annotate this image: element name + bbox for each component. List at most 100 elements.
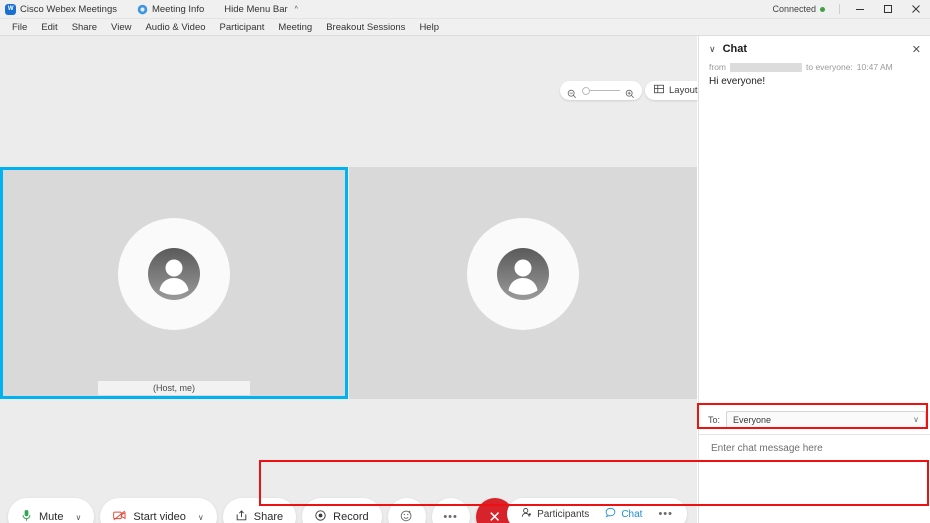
webex-logo-icon: W: [5, 3, 16, 15]
close-window-button[interactable]: [902, 0, 930, 19]
title-bar-right: Connected: [772, 0, 930, 19]
chat-message-list: from to everyone: 10:47 AM Hi everyone!: [699, 62, 930, 402]
app-title: Cisco Webex Meetings: [20, 3, 117, 15]
record-button-label: Record: [333, 511, 369, 523]
zoom-in-icon[interactable]: [625, 86, 635, 98]
chat-message-time: 10:47 AM: [856, 62, 893, 72]
chat-to-label: to everyone:: [806, 62, 853, 72]
chat-from-label: from: [709, 62, 726, 72]
chat-panel-header: ∨ Chat ✕: [699, 36, 930, 62]
webex-meeting-window: W Cisco Webex Meetings Meeting Info Hide…: [0, 0, 930, 523]
zoom-slider-knob[interactable]: [582, 86, 590, 95]
primary-controls-group: Mute ∨ Start video ∨ Share Record ••• ✕: [8, 498, 514, 523]
video-camera-off-icon: [113, 510, 126, 523]
app-title-item: W Cisco Webex Meetings: [5, 0, 125, 19]
video-stage: Layout (Host, me) Mute ∨ Start video ∨ S…: [0, 36, 707, 523]
title-bar: W Cisco Webex Meetings Meeting Info Hide…: [0, 0, 930, 19]
panel-toggle-group: Participants Chat •••: [507, 498, 687, 523]
chat-message-text: Hi everyone!: [709, 76, 766, 87]
reactions-button[interactable]: [387, 498, 426, 523]
menu-bar: File Edit Share View Audio & Video Parti…: [0, 19, 930, 36]
zoom-out-icon[interactable]: [567, 86, 577, 98]
participants-button[interactable]: Participants: [513, 498, 597, 523]
titlebar-divider: [839, 4, 840, 14]
info-shield-icon: [137, 4, 148, 15]
more-options-button[interactable]: •••: [431, 498, 470, 523]
menu-item-share[interactable]: Share: [65, 19, 104, 36]
meeting-info-button[interactable]: Meeting Info: [137, 0, 212, 19]
menu-item-meeting[interactable]: Meeting: [271, 19, 319, 36]
mute-options-chevron-down-icon[interactable]: ∨: [75, 513, 81, 522]
panel-more-options-button[interactable]: •••: [650, 508, 681, 520]
record-icon: [315, 510, 326, 523]
record-button[interactable]: Record: [302, 498, 382, 523]
menu-item-view[interactable]: View: [104, 19, 138, 36]
share-button[interactable]: Share: [222, 498, 297, 523]
avatar: [466, 217, 579, 330]
chat-collapse-chevron-down-icon[interactable]: ∨: [709, 44, 716, 55]
menu-item-participant[interactable]: Participant: [213, 19, 272, 36]
video-options-chevron-down-icon[interactable]: ∨: [198, 513, 204, 522]
chat-input-placeholder: Enter chat message here: [711, 442, 823, 454]
title-bar-left: W Cisco Webex Meetings Meeting Info Hide…: [0, 0, 306, 19]
chevron-up-icon: ^: [294, 5, 298, 13]
connection-status: Connected: [772, 4, 833, 14]
chat-message-meta: from to everyone: 10:47 AM: [709, 62, 921, 72]
connection-status-label: Connected: [772, 4, 816, 14]
start-video-button-label: Start video: [133, 511, 186, 523]
mute-button[interactable]: Mute ∨: [8, 498, 95, 523]
chat-message: from to everyone: 10:47 AM Hi everyone!: [709, 62, 921, 87]
maximize-icon: [884, 5, 892, 13]
chat-message-input[interactable]: Enter chat message here: [699, 434, 930, 462]
close-icon: [912, 5, 920, 13]
chat-sender-redacted: [730, 62, 802, 72]
meeting-controls-toolbar: Mute ∨ Start video ∨ Share Record ••• ✕ …: [0, 476, 697, 523]
person-avatar-icon: [496, 247, 549, 300]
end-call-x-icon: ✕: [488, 509, 501, 523]
participants-button-label: Participants: [537, 508, 590, 520]
chat-recipient-row: To: Everyone ∨: [699, 406, 930, 433]
menu-item-edit[interactable]: Edit: [34, 19, 64, 36]
video-tiles-container: (Host, me): [0, 167, 697, 399]
secondary-controls-group: Participants Chat •••: [507, 498, 687, 523]
share-screen-icon: [236, 510, 247, 523]
video-tile-self[interactable]: (Host, me): [0, 167, 348, 399]
chat-recipient-select[interactable]: Everyone ∨: [726, 410, 926, 429]
menu-item-breakout-sessions[interactable]: Breakout Sessions: [319, 19, 412, 36]
chat-bubble-icon: [605, 507, 616, 521]
video-tile-participant[interactable]: [348, 167, 697, 399]
chat-button-label: Chat: [621, 508, 643, 520]
chevron-down-icon: ∨: [913, 415, 919, 424]
chat-panel-close-icon[interactable]: ✕: [912, 43, 921, 56]
start-video-button[interactable]: Start video ∨: [100, 498, 217, 523]
chat-panel-title: Chat: [722, 43, 748, 55]
menu-item-help[interactable]: Help: [412, 19, 446, 36]
layout-button-label: Layout: [669, 85, 698, 96]
chat-to-field-label: To:: [708, 414, 721, 425]
participant-name-label: (Host, me): [98, 381, 250, 395]
mute-button-label: Mute: [39, 511, 64, 523]
minimize-button[interactable]: [846, 0, 874, 19]
stage-top-area: [0, 36, 697, 166]
more-horizontal-icon: •••: [443, 511, 458, 523]
chat-button[interactable]: Chat: [597, 498, 650, 523]
maximize-button[interactable]: [874, 0, 902, 19]
layout-grid-icon: [654, 84, 664, 97]
avatar: [117, 217, 230, 330]
minimize-icon: [856, 9, 864, 10]
hide-menu-bar-label: Hide Menu Bar: [224, 3, 288, 15]
person-avatar-icon: [147, 247, 200, 300]
menu-item-audio-video[interactable]: Audio & Video: [138, 19, 212, 36]
share-button-label: Share: [253, 511, 284, 523]
hide-menu-bar-button[interactable]: Hide Menu Bar ^: [224, 0, 306, 19]
chat-recipient-selected-value: Everyone: [733, 414, 772, 425]
participants-icon: [521, 507, 532, 521]
microphone-icon: [21, 509, 32, 523]
chat-panel: ∨ Chat ✕ from to everyone: 10:47 AM Hi e…: [698, 36, 930, 523]
meeting-info-label: Meeting Info: [151, 3, 205, 15]
menu-item-file[interactable]: File: [5, 19, 34, 36]
zoom-slider-control[interactable]: [560, 81, 642, 100]
zoom-slider-track[interactable]: [582, 86, 620, 96]
connection-dot-icon: [820, 6, 825, 12]
smiley-reaction-icon: [400, 509, 413, 523]
